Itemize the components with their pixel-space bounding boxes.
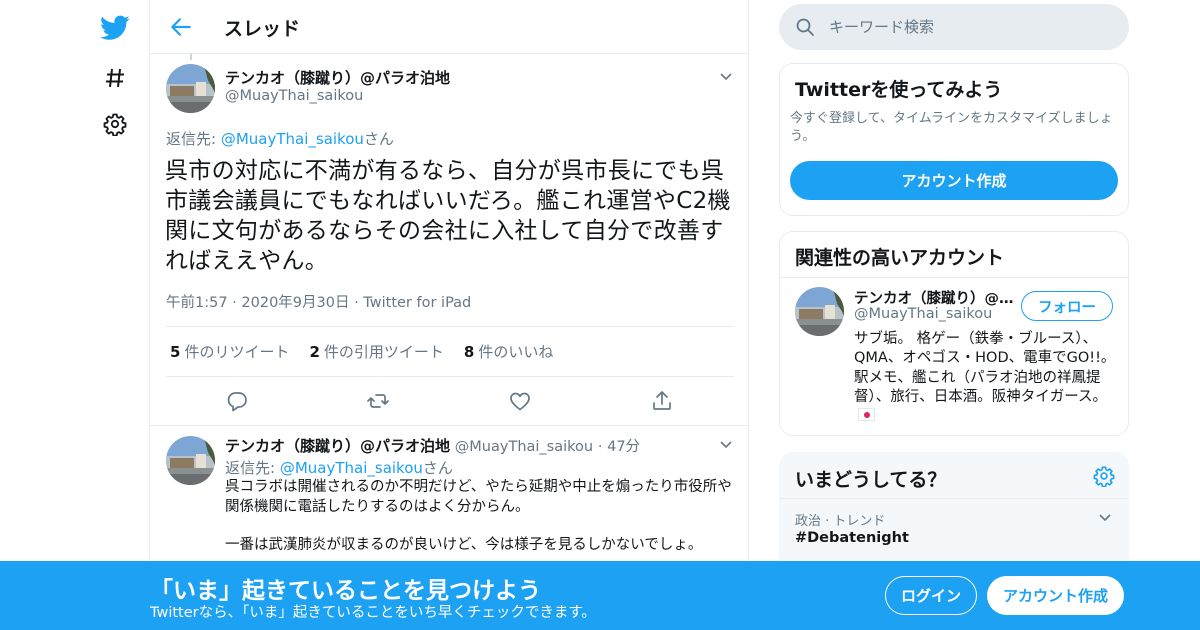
reply-author-handle[interactable]: @MuayThai_saikou <box>455 439 593 455</box>
reply-to-line: 返信先: @MuayThai_saikouさん <box>166 128 394 149</box>
gear-icon[interactable] <box>90 104 140 144</box>
reply-to-handle[interactable]: @MuayThai_saikou <box>221 130 364 148</box>
tweet-date[interactable]: 2020年9月30日 <box>241 295 349 311</box>
likes-count: 8 <box>463 343 475 361</box>
reply-paragraph: 呉コラボは開催されるのか不明だけど、やたら延期や中止を煽ったり市役所や関係機関に… <box>225 479 732 515</box>
related-card-title: 関連性の高いアカウント <box>795 247 1005 269</box>
thread-header: スレッド <box>150 0 748 54</box>
reply-author-name[interactable]: テンカオ（膝蹴り）@パラオ泊地 <box>225 437 450 455</box>
bottom-bar-subtitle: Twitterなら、「いま」起きていることをいち早くチェックできます。 <box>150 605 596 621</box>
chevron-down-icon[interactable] <box>718 68 734 84</box>
gear-icon[interactable] <box>1093 465 1115 488</box>
twitter-thread-page: スレッド テンカオ（膝蹴り）@パラオ泊地 @MuayThai_saikou 返信… <box>0 0 1200 630</box>
tweet-stats: 5 件のリツイート 2 件の引用ツイート 8 件のいいね <box>170 341 553 362</box>
avatar[interactable] <box>795 287 844 336</box>
divider <box>150 425 748 426</box>
avatar[interactable] <box>166 436 215 485</box>
meta-separator: · <box>354 295 364 311</box>
likes-stat[interactable]: 8 件のいいね <box>464 341 553 362</box>
meta-separator: · <box>232 295 242 311</box>
divider <box>780 498 1128 499</box>
retweets-label: 件のリツイート <box>184 343 290 361</box>
meta-separator: · <box>597 439 608 455</box>
avatar[interactable] <box>166 64 215 113</box>
tweet-source[interactable]: Twitter for iPad <box>363 295 471 311</box>
retweets-count: 5 <box>170 343 181 361</box>
reply-to-line: 返信先: @MuayThai_saikouさん <box>225 457 453 478</box>
login-button[interactable]: ログイン <box>885 576 977 615</box>
signup-card-title: Twitterを使ってみよう <box>795 79 1003 101</box>
search-box[interactable] <box>779 4 1129 50</box>
reply-to-handle[interactable]: @MuayThai_saikou <box>280 459 423 477</box>
reply-paragraph: 一番は武漢肺炎が収まるのが良いけど、今は様子を見るしかないでしょ。 <box>225 537 703 553</box>
bottom-bar-title: 「いま」起きていることを見つけよう <box>150 578 541 604</box>
trend-item[interactable]: #Debatenight <box>795 530 909 546</box>
thread-column: スレッド テンカオ（膝蹴り）@パラオ泊地 @MuayThai_saikou 返信… <box>149 0 749 630</box>
hashtag-icon[interactable] <box>90 58 140 98</box>
reply-icon[interactable] <box>225 389 249 413</box>
search-input[interactable] <box>829 12 1109 42</box>
chevron-down-icon[interactable] <box>1097 509 1113 525</box>
follow-button[interactable]: フォロー <box>1021 291 1113 321</box>
trends-card-title: いまどうしてる？ <box>795 469 947 491</box>
reply-text: 呉コラボは開催されるのか不明だけど、やたら延期や中止を煽ったり市役所や関係機関に… <box>225 478 735 556</box>
tweet-text: 呉市の対応に不満が有るなら、自分が呉市長にでも呉市議会議員にでもなればいいだろ。… <box>165 158 731 274</box>
left-nav <box>80 0 150 630</box>
reply-age[interactable]: 47分 <box>607 439 640 455</box>
create-account-button[interactable]: アカウント作成 <box>987 576 1124 615</box>
account-handle[interactable]: @MuayThai_saikou <box>854 306 992 322</box>
divider <box>166 376 734 377</box>
likes-label: 件のいいね <box>478 343 554 361</box>
chevron-down-icon[interactable] <box>718 436 734 452</box>
retweet-icon[interactable] <box>366 389 390 413</box>
share-icon[interactable] <box>650 389 674 413</box>
back-arrow-icon[interactable] <box>168 14 194 40</box>
account-name[interactable]: テンカオ（膝蹴り）@パラオ泊地 <box>854 287 1014 308</box>
twitter-bird-icon[interactable] <box>90 8 140 48</box>
page-title: スレッド <box>224 18 301 40</box>
divider <box>166 326 734 327</box>
reply-header: テンカオ（膝蹴り）@パラオ泊地 @MuayThai_saikou · 47分 <box>225 435 640 456</box>
reply-to-prefix: 返信先: <box>225 459 280 477</box>
reply-to-prefix: 返信先: <box>166 130 221 148</box>
tweet-meta: 午前1:57 · 2020年9月30日 · Twitter for iPad <box>166 291 471 312</box>
signup-card: Twitterを使ってみよう 今すぐ登録して、タイムラインをカスタマイズしましょ… <box>779 63 1129 216</box>
quotes-count: 2 <box>309 343 320 361</box>
account-bio: サブ垢。 格ゲー（鉄拳・ブルース）、QMA、オペゴス・HOD、電車でGO!!。 … <box>854 330 1116 426</box>
quotes-stat[interactable]: 2 件の引用ツイート <box>309 341 443 362</box>
quotes-label: 件の引用ツイート <box>323 343 444 361</box>
tweet-time[interactable]: 午前1:57 <box>166 295 228 311</box>
reply-to-suffix: さん <box>422 459 453 477</box>
divider <box>780 277 1128 278</box>
create-account-button[interactable]: アカウント作成 <box>790 161 1118 200</box>
bottom-signup-bar: 「いま」起きていることを見つけよう Twitterなら、「いま」起きていることを… <box>0 561 1200 630</box>
like-icon[interactable] <box>508 389 532 413</box>
related-accounts-card: 関連性の高いアカウント テンカオ（膝蹴り）@パラオ泊地 @MuayThai_sa… <box>779 231 1129 436</box>
japan-flag-icon <box>858 408 875 422</box>
search-icon <box>795 17 815 37</box>
reply-to-suffix: さん <box>363 130 394 148</box>
signup-card-text: 今すぐ登録して、タイムラインをカスタマイズしましょう。 <box>790 111 1113 144</box>
thread-connector <box>190 54 192 60</box>
retweets-stat[interactable]: 5 件のリツイート <box>170 341 289 362</box>
account-bio-text: サブ垢。 格ゲー（鉄拳・ブルース）、QMA、オペゴス・HOD、電車でGO!!。 … <box>854 331 1116 405</box>
author-name[interactable]: テンカオ（膝蹴り）@パラオ泊地 <box>225 67 450 88</box>
author-handle[interactable]: @MuayThai_saikou <box>225 88 363 104</box>
trend-category: 政治 · トレンド <box>795 514 886 529</box>
